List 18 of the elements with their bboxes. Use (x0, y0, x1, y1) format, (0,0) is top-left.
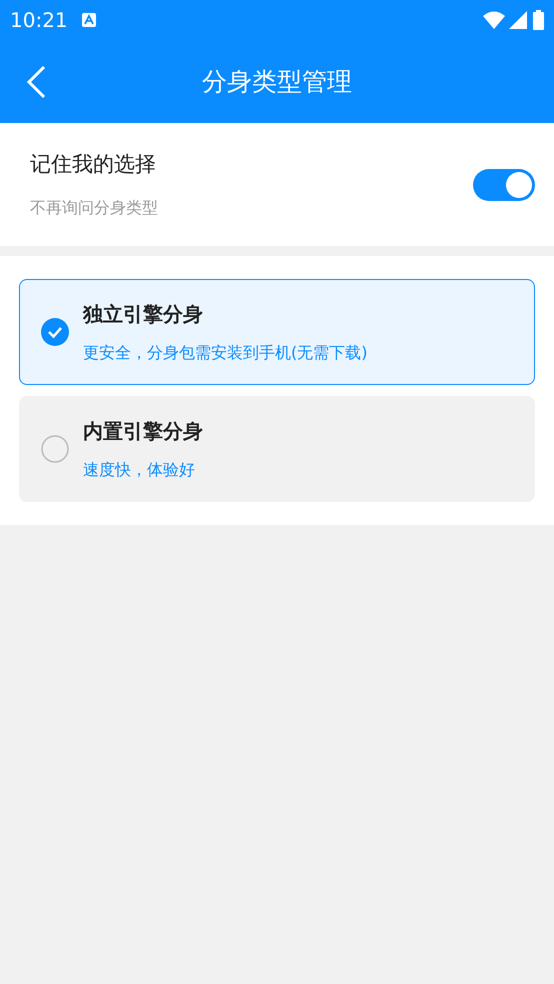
remember-title: 记住我的选择 (30, 150, 157, 178)
wifi-icon (483, 11, 505, 29)
page-title: 分身类型管理 (202, 66, 352, 98)
signal-icon (509, 11, 527, 29)
check-icon (41, 318, 69, 346)
option-subtitle: 更安全，分身包需安装到手机(无需下载) (83, 342, 368, 364)
option-card[interactable]: 独立引擎分身 更安全，分身包需安装到手机(无需下载) (19, 279, 535, 385)
option-title: 内置引擎分身 (83, 418, 203, 445)
option-card[interactable]: 内置引擎分身 速度快，体验好 (19, 396, 535, 502)
back-icon (26, 64, 46, 98)
remember-toggle[interactable] (473, 168, 535, 200)
notification-icon (82, 13, 96, 27)
status-time: 10:21 (10, 7, 68, 34)
option-subtitle: 速度快，体验好 (83, 459, 196, 481)
option-title: 独立引擎分身 (83, 301, 204, 328)
battery-icon (533, 10, 544, 30)
remember-subtitle: 不再询问分身类型 (30, 197, 159, 220)
radio-icon (41, 435, 69, 463)
